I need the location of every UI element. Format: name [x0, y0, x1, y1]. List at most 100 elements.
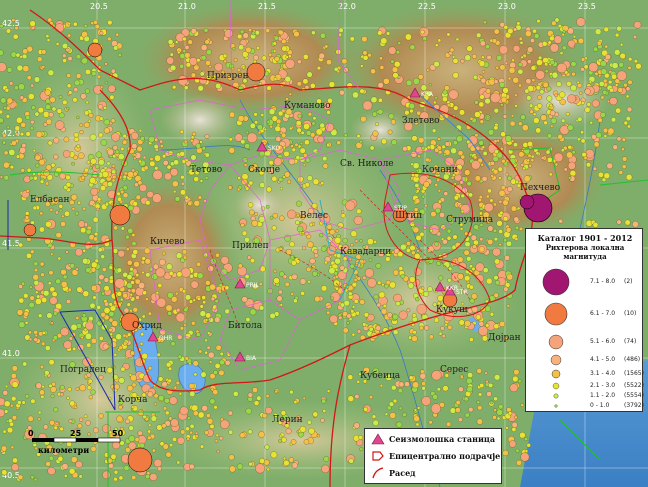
epicentre — [560, 148, 565, 153]
epicentre — [59, 384, 65, 390]
epicentre — [316, 433, 321, 438]
epicentre — [295, 200, 302, 207]
key-station-label: Сеизмолошка станица — [389, 434, 495, 444]
epicentre — [98, 374, 104, 380]
epicentre — [393, 293, 402, 303]
epicentre — [512, 76, 519, 84]
epicentre — [169, 52, 174, 57]
epicentre — [441, 144, 446, 149]
epicentre — [177, 75, 188, 86]
epicentre — [624, 219, 631, 226]
epicentre — [176, 271, 183, 278]
epicentre — [209, 424, 215, 429]
epicentre — [199, 179, 204, 183]
epicentre — [50, 162, 56, 168]
epicentre — [600, 60, 607, 67]
epicentre — [406, 308, 411, 313]
epicentre — [62, 43, 68, 49]
epicentre — [402, 146, 408, 152]
epicentre — [484, 202, 494, 213]
epicentre — [493, 202, 497, 207]
epicentre — [170, 168, 179, 177]
epicentre — [15, 154, 20, 159]
epicentre — [233, 58, 238, 62]
epicentre — [178, 392, 183, 396]
epicentre — [11, 365, 18, 372]
epicentre — [478, 392, 483, 397]
epicentre — [10, 51, 17, 58]
epicentre — [125, 418, 130, 424]
epicentre — [448, 89, 459, 100]
epicentre — [199, 71, 205, 77]
epicentre — [158, 258, 166, 266]
station-label: BIA — [246, 355, 257, 362]
epicentre — [192, 298, 196, 302]
epicentre — [421, 194, 426, 199]
epicentre — [516, 459, 522, 466]
epicentre — [334, 236, 342, 244]
epicentre — [291, 147, 296, 153]
epicentre — [554, 93, 558, 98]
epicentre — [351, 332, 356, 337]
legend-range-3: 3.1 - 4.0 — [590, 370, 616, 377]
epicentre — [123, 307, 130, 314]
epicentre — [391, 66, 399, 73]
epicentre — [227, 410, 233, 416]
epicentre — [398, 406, 403, 411]
epicentre — [320, 32, 326, 39]
epicentre — [173, 159, 179, 166]
epicentre — [89, 177, 97, 184]
epicentre — [509, 120, 516, 127]
epicentre — [39, 211, 44, 216]
epicentre — [627, 65, 632, 70]
epicentre — [312, 411, 319, 418]
epicentre — [112, 145, 118, 151]
epicentre — [567, 39, 576, 48]
epicentre — [543, 120, 548, 125]
epicentre — [107, 20, 113, 26]
scale-bar: 0 25 50 километри — [28, 429, 124, 455]
epicentre — [378, 97, 383, 103]
epicentre — [583, 64, 589, 70]
epicentre — [29, 20, 36, 27]
epicentre — [387, 129, 393, 135]
epicentre — [117, 250, 125, 258]
epicentre — [242, 32, 249, 39]
epicentre — [309, 257, 316, 265]
epicentre — [289, 126, 293, 131]
epicentre — [413, 77, 420, 85]
epicentre — [205, 312, 212, 319]
epicentre — [265, 394, 270, 398]
epicentre — [103, 127, 110, 134]
epicentre — [405, 79, 413, 86]
epicentre — [46, 312, 53, 319]
epicentre — [392, 72, 399, 79]
epicentre — [59, 392, 64, 397]
epicentre — [99, 31, 104, 36]
legend-symbol-5 — [548, 334, 564, 350]
epicentre — [65, 174, 71, 181]
epicentre — [145, 474, 151, 480]
epicentre — [326, 59, 332, 66]
epicentre — [106, 367, 113, 374]
epicentre — [73, 155, 79, 160]
epicentre — [58, 95, 63, 99]
epicentre — [184, 52, 191, 59]
epicentre — [276, 295, 283, 302]
epicentre — [507, 186, 513, 192]
epicentre — [9, 421, 14, 427]
epicentre — [111, 164, 116, 168]
epicentre — [381, 283, 385, 287]
epicentre — [118, 345, 123, 350]
epicentre — [135, 194, 141, 200]
epicentre — [404, 110, 410, 116]
epicentre — [92, 216, 99, 223]
epicentre — [393, 329, 399, 335]
epicentre — [315, 128, 323, 136]
epicentre — [520, 163, 525, 167]
epicentre — [25, 189, 30, 193]
epicentre — [474, 175, 481, 182]
epicentre — [596, 40, 602, 46]
epicentre — [372, 111, 378, 117]
epicentre — [180, 189, 186, 196]
